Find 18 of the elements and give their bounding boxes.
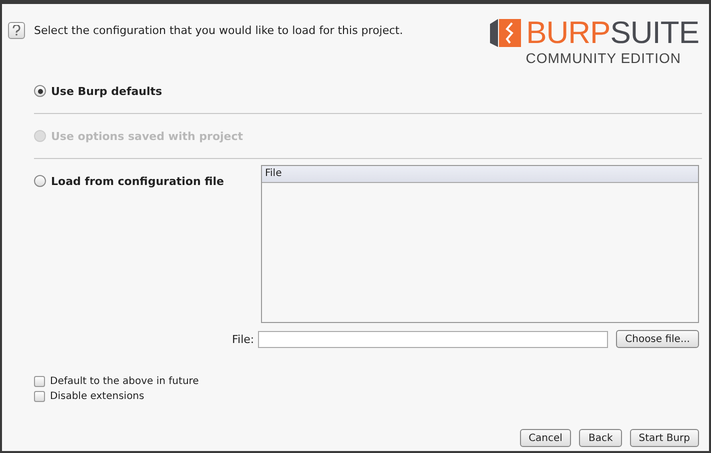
file-input-field[interactable] bbox=[258, 330, 608, 348]
choose-file-button[interactable]: Choose file... bbox=[616, 330, 699, 348]
logo-edition-text: COMMUNITY EDITION bbox=[526, 50, 681, 66]
checkbox-option[interactable]: Disable extensions bbox=[34, 391, 699, 402]
dialog-button[interactable]: Start Burp bbox=[630, 429, 699, 447]
logo-wordmark: BURPSUITE bbox=[526, 18, 699, 48]
radio-button[interactable] bbox=[34, 85, 46, 97]
radio-option[interactable]: Use Burp defaults bbox=[34, 84, 162, 98]
prompt-text: Select the configuration that you would like to load for this project. bbox=[34, 24, 403, 37]
help-icon bbox=[8, 22, 25, 39]
radio-option[interactable]: Load from configuration file bbox=[34, 174, 224, 188]
radio-button[interactable] bbox=[34, 175, 46, 187]
column-header[interactable]: File bbox=[262, 166, 698, 183]
dialog-button[interactable]: Cancel bbox=[520, 429, 572, 447]
dialog-button[interactable]: Back bbox=[579, 429, 622, 447]
file-label: File: bbox=[232, 332, 254, 346]
checkbox-option[interactable]: Default to the above in future bbox=[34, 376, 699, 387]
logo-icon bbox=[490, 19, 522, 47]
